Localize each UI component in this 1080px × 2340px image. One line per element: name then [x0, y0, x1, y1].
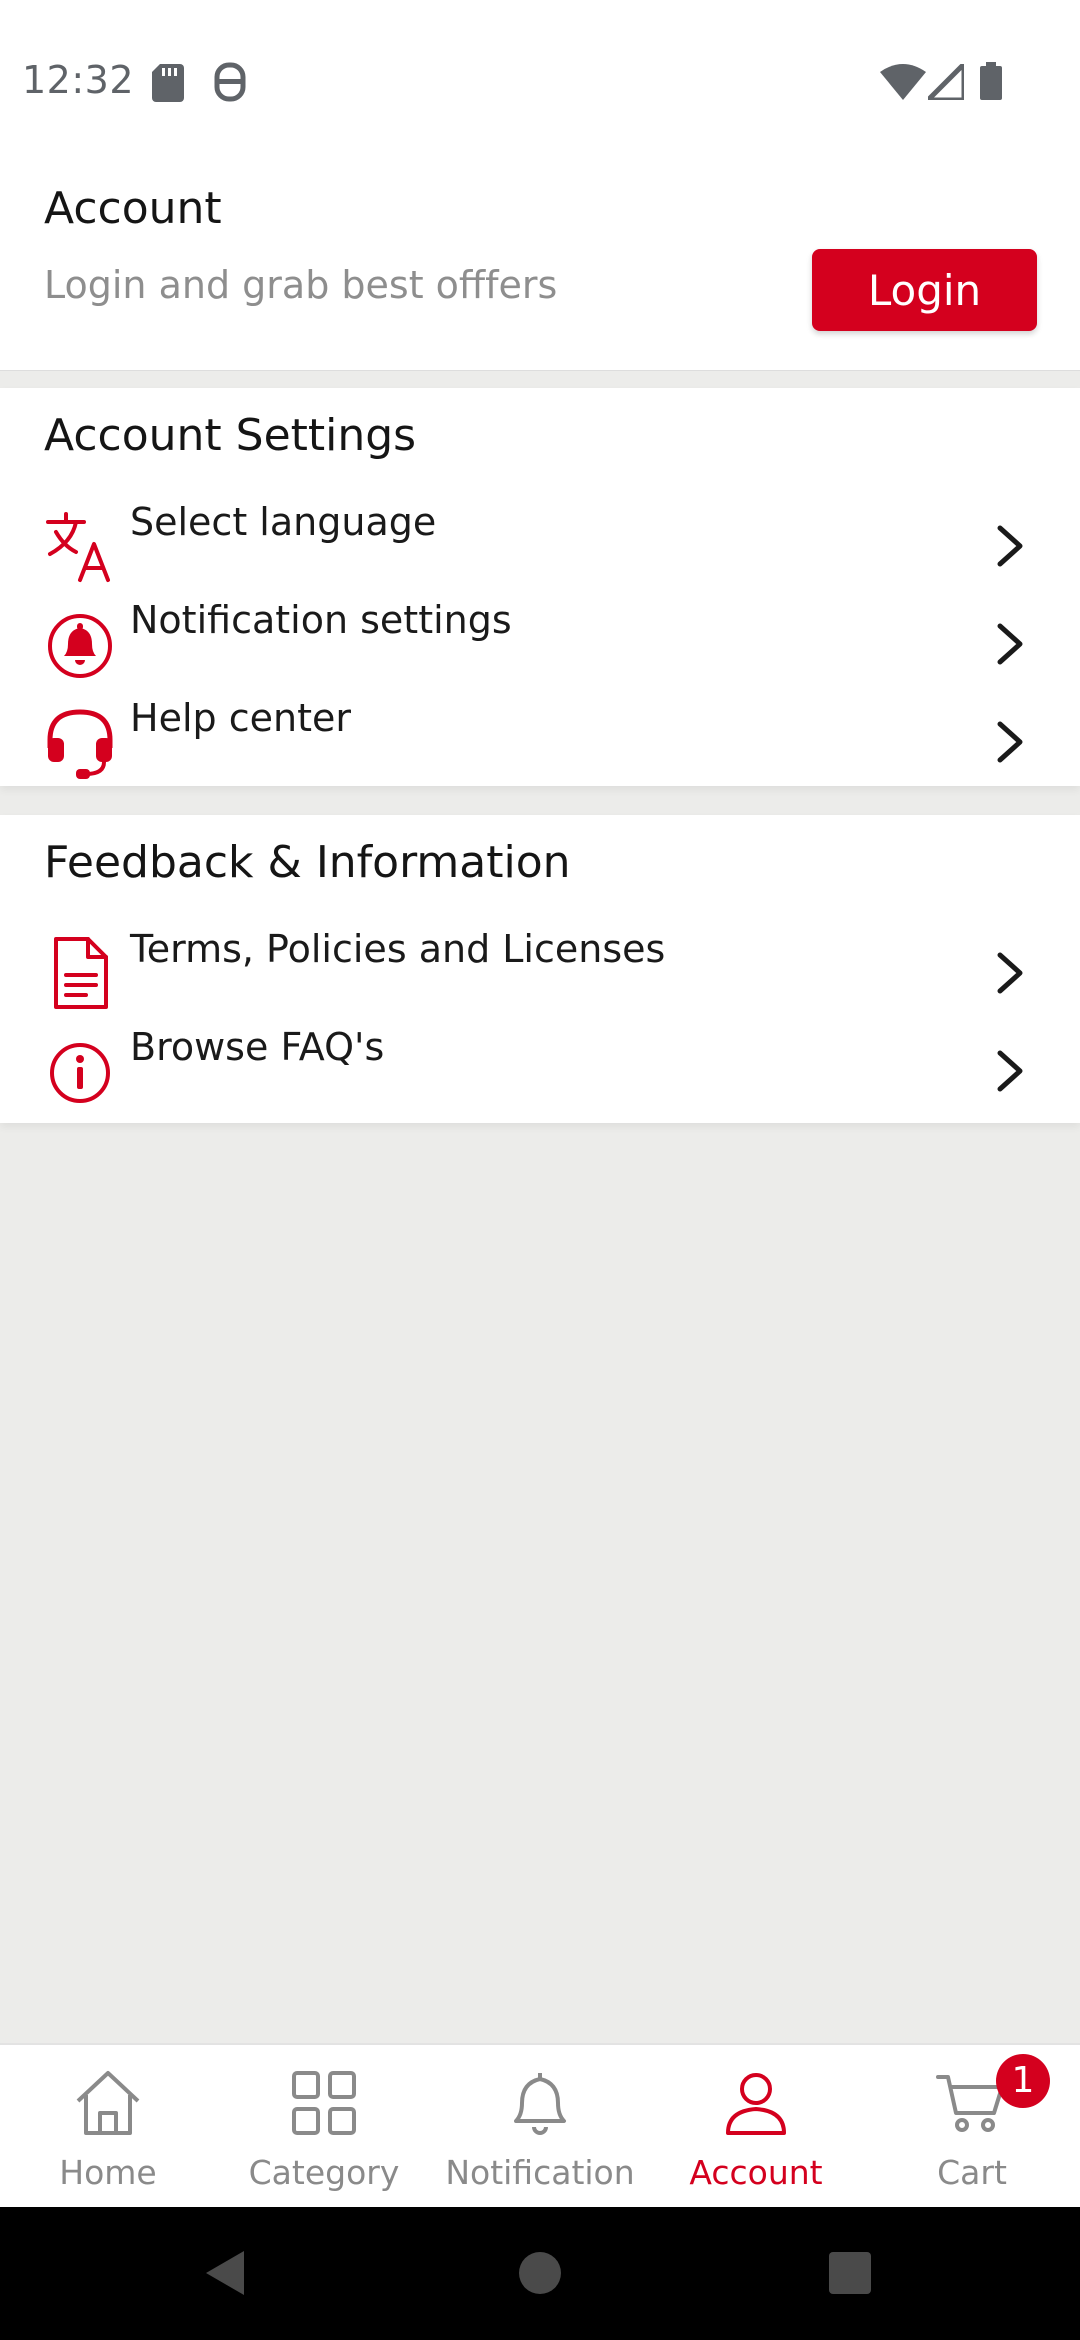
info-icon — [50, 1043, 110, 1103]
bell-outline-icon — [514, 2073, 566, 2135]
section-title-feedback: Feedback & Information — [44, 837, 571, 888]
info-row-terms-policies[interactable]: Terms, Policies and Licenses — [0, 925, 1080, 1021]
cell-signal-icon — [928, 64, 964, 100]
nav-label: Home — [59, 2153, 157, 2192]
nav-label: Category — [248, 2153, 400, 2192]
section-title-account-settings: Account Settings — [44, 410, 417, 461]
info-row-browse-faqs[interactable]: Browse FAQ's — [0, 1023, 1080, 1119]
system-navigation-bar — [0, 2207, 1080, 2340]
login-button[interactable]: Login — [812, 249, 1037, 331]
nav-item-notification[interactable]: Notification — [432, 2045, 648, 2209]
bottom-navigation: Home Category Notification Account Cart — [0, 2043, 1080, 2209]
account-settings-section: Account Settings Select language Notific… — [0, 388, 1080, 786]
grid-icon — [292, 2071, 356, 2135]
settings-row-help-center[interactable]: Help center — [0, 694, 1080, 790]
translate-icon — [46, 512, 110, 582]
back-icon[interactable] — [202, 2247, 248, 2299]
bell-icon — [48, 614, 112, 678]
login-promo-text: Login and grab best offfers — [44, 263, 558, 307]
status-bar: 12:32 — [0, 0, 1080, 165]
battery-icon — [980, 62, 1002, 100]
chevron-right-icon — [997, 952, 1023, 994]
document-icon — [54, 937, 108, 1009]
nav-item-category[interactable]: Category — [216, 2045, 432, 2209]
nav-label: Account — [689, 2153, 823, 2192]
page-title: Account — [44, 183, 222, 234]
settings-row-label: Notification settings — [130, 598, 512, 642]
nav-label: Notification — [445, 2153, 635, 2192]
sd-card-icon — [152, 64, 184, 102]
settings-row-label: Select language — [130, 500, 437, 544]
recents-icon[interactable] — [828, 2251, 872, 2295]
wifi-icon — [880, 64, 926, 100]
chevron-right-icon — [997, 525, 1023, 567]
vpn-key-icon — [214, 62, 246, 102]
person-icon — [726, 2073, 786, 2135]
feedback-information-section: Feedback & Information Terms, Policies a… — [0, 815, 1080, 1123]
cart-count-badge: 1 — [996, 2054, 1050, 2108]
info-row-label: Terms, Policies and Licenses — [130, 927, 666, 971]
nav-item-home[interactable]: Home — [0, 2045, 216, 2209]
chevron-right-icon — [997, 721, 1023, 763]
status-time: 12:32 — [22, 58, 135, 102]
settings-row-label: Help center — [130, 696, 351, 740]
settings-row-notification-settings[interactable]: Notification settings — [0, 596, 1080, 692]
chevron-right-icon — [997, 623, 1023, 665]
nav-label: Cart — [937, 2153, 1007, 2192]
settings-row-select-language[interactable]: Select language — [0, 498, 1080, 594]
home-circle-icon[interactable] — [518, 2251, 562, 2295]
home-icon — [76, 2071, 140, 2135]
headset-icon — [47, 709, 113, 779]
info-row-label: Browse FAQ's — [130, 1025, 385, 1069]
account-header: Account Login and grab best offfers Logi… — [0, 165, 1080, 371]
nav-item-account[interactable]: Account — [648, 2045, 864, 2209]
chevron-right-icon — [997, 1050, 1023, 1092]
